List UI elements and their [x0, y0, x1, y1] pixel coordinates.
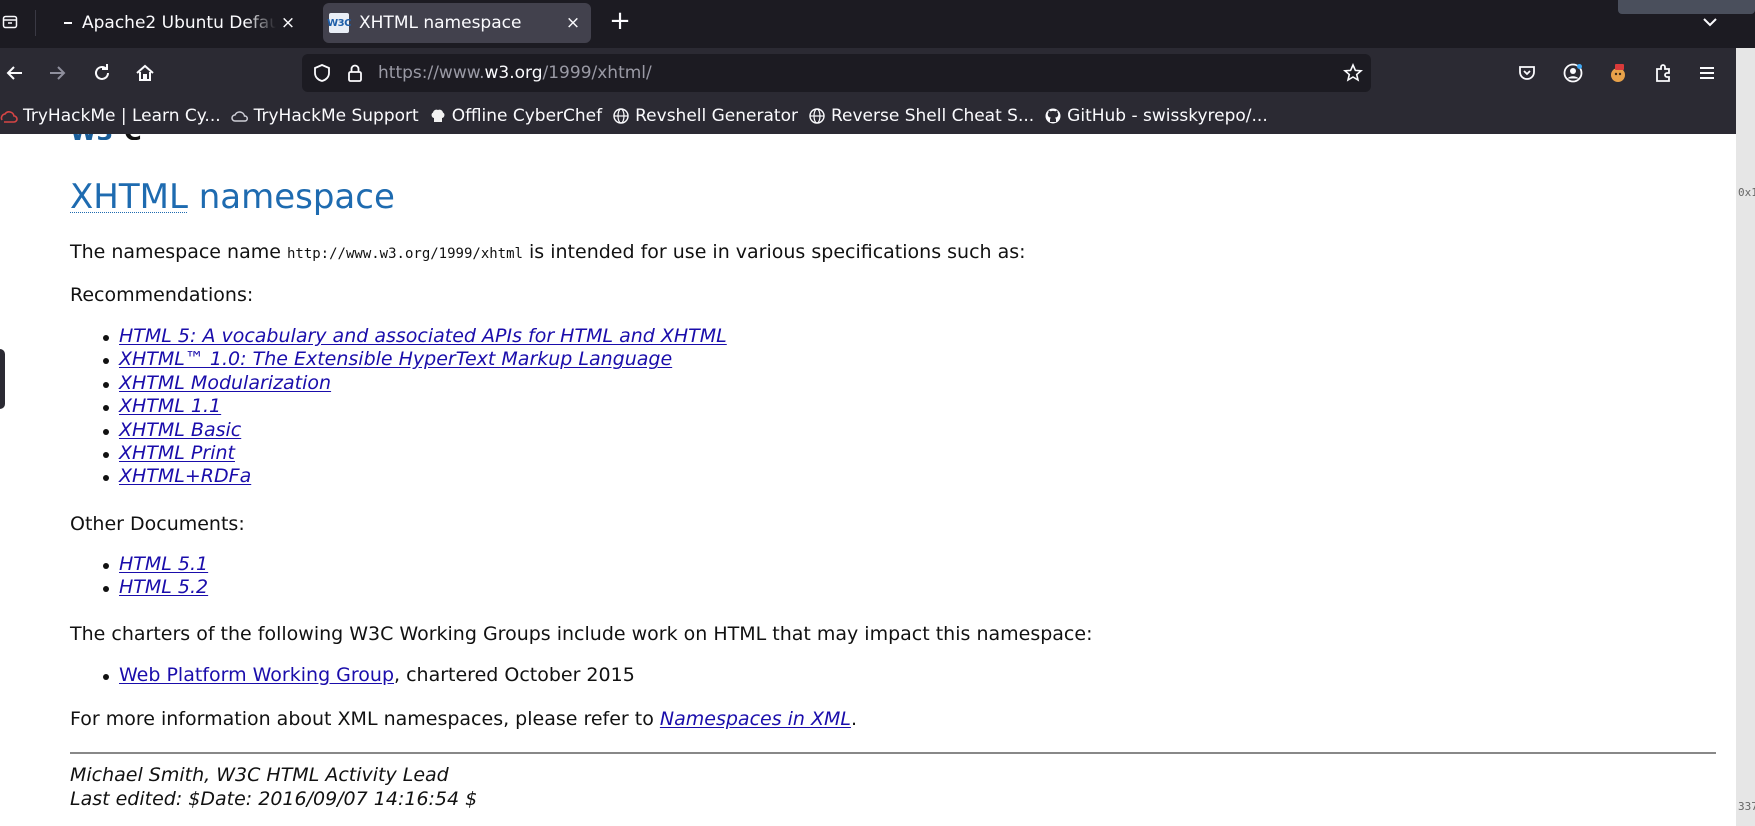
back-arrow-icon[interactable] [0, 58, 30, 88]
list-item: XHTML Modularization [70, 372, 727, 395]
more-info-after: . [851, 708, 858, 730]
list-item: XHTML™ 1.0: The Extensible HyperText Mar… [70, 348, 727, 371]
link-namespaces-in-xml[interactable]: Namespaces in XML [660, 708, 851, 730]
heading-abbr: XHTML [70, 177, 188, 217]
cloud-icon [230, 107, 249, 125]
url-path: /1999/xhtml/ [542, 63, 652, 83]
link-xhtml-print[interactable]: XHTML Print [119, 442, 235, 464]
heading-rest: namespace [187, 177, 395, 217]
intro-after: is intended for use in various specifica… [522, 241, 1026, 263]
bookmark-tryhackme-support[interactable]: TryHackMe Support [226, 101, 424, 131]
menu-icon[interactable] [1692, 58, 1722, 88]
recommendations-list: HTML 5: A vocabulary and associated APIs… [70, 325, 727, 489]
url-domain: w3.org [484, 63, 543, 83]
w3c-logo-icon[interactable]: W3C [70, 134, 150, 140]
window-control-strip [1618, 0, 1755, 14]
github-icon [1044, 107, 1062, 125]
bookmark-label: TryHackMe | Learn Cy... [23, 106, 221, 126]
charter-date: , chartered October 2015 [394, 664, 635, 686]
intro-paragraph: The namespace name http://www.w3.org/199… [70, 241, 1026, 263]
tryhackme-icon [0, 107, 18, 125]
namespace-uri: http://www.w3.org/1999/xhtml [286, 246, 523, 262]
url-bar[interactable]: https://www.w3.org/1999/xhtml/ [302, 54, 1371, 92]
extensions-puzzle-icon[interactable] [1648, 58, 1678, 88]
number-fragment: 337 [1738, 800, 1755, 813]
bookmark-github-swisskyrepo[interactable]: GitHub - swisskyrepo/... [1039, 101, 1273, 131]
link-html-5-1[interactable]: HTML 5.1 [119, 553, 208, 575]
reload-icon[interactable] [87, 58, 117, 88]
tab-separator [35, 10, 36, 36]
page-title: XHTML namespace [70, 177, 395, 217]
url-prefix: https://www. [378, 63, 485, 83]
extension-avatar-icon[interactable] [1603, 58, 1633, 88]
tab-title: XHTML namespace [359, 13, 522, 33]
charters-paragraph: The charters of the following W3C Workin… [70, 623, 1093, 645]
other-documents-label: Other Documents: [70, 513, 245, 535]
tab-xhtml-namespace[interactable]: W3C XHTML namespace × [323, 3, 591, 43]
bookmark-offline-cyberchef[interactable]: Offline CyberChef [424, 101, 607, 131]
forward-arrow-icon[interactable] [42, 58, 72, 88]
bookmark-label: GitHub - swisskyrepo/... [1067, 106, 1268, 126]
lock-icon[interactable] [344, 62, 366, 84]
footer-divider [70, 752, 1716, 754]
hex-fragment: 0x1 [1738, 186, 1755, 199]
globe-icon [612, 107, 630, 125]
navigation-toolbar: https://www.w3.org/1999/xhtml/ [0, 48, 1755, 98]
list-item: HTML 5: A vocabulary and associated APIs… [70, 325, 727, 348]
bookmark-label: Reverse Shell Cheat S... [830, 106, 1035, 126]
tab-title: Apache2 Ubuntu Default Page: It works [82, 13, 276, 33]
list-item: XHTML 1.1 [70, 395, 727, 418]
link-xhtml-rdfa[interactable]: XHTML+RDFa [119, 465, 251, 487]
link-html5[interactable]: HTML 5: A vocabulary and associated APIs… [119, 325, 727, 347]
bookmark-label: Revshell Generator [635, 106, 798, 126]
bookmark-revshell-generator[interactable]: Revshell Generator [607, 101, 803, 131]
working-groups-list: Web Platform Working Group, chartered Oc… [70, 664, 635, 687]
close-icon[interactable]: × [561, 11, 585, 35]
list-item: HTML 5.1 [70, 553, 208, 576]
web-page: W3C XHTML namespace The namespace name h… [0, 134, 1736, 826]
close-icon[interactable]: × [276, 11, 300, 35]
other-documents-list: HTML 5.1 HTML 5.2 [70, 553, 208, 600]
firefox-view-icon[interactable] [0, 11, 20, 33]
list-item: HTML 5.2 [70, 576, 208, 599]
footer-last-edited: Last edited: $Date: 2016/09/07 14:16:54 … [70, 788, 478, 810]
recommendations-label: Recommendations: [70, 284, 254, 306]
shield-icon[interactable] [311, 62, 333, 84]
link-html-5-2[interactable]: HTML 5.2 [119, 576, 208, 598]
link-xhtml-modularization[interactable]: XHTML Modularization [119, 372, 331, 394]
footer-author: Michael Smith, W3C HTML Activity Lead [70, 764, 449, 786]
bookmark-tryhackme[interactable]: TryHackMe | Learn Cy... [0, 101, 226, 131]
new-tab-button[interactable]: + [606, 8, 634, 36]
star-icon[interactable] [1342, 62, 1364, 84]
intro-before: The namespace name [70, 241, 287, 263]
w3c-favicon-icon: W3C [327, 13, 351, 33]
bookmarks-toolbar: TryHackMe | Learn Cy... TryHackMe Suppor… [0, 98, 1755, 134]
list-item: XHTML Print [70, 442, 727, 465]
account-icon[interactable] [1558, 58, 1588, 88]
list-item: XHTML+RDFa [70, 465, 727, 488]
bookmark-label: Offline CyberChef [451, 106, 603, 126]
home-icon[interactable] [130, 58, 160, 88]
page-icon [62, 13, 74, 33]
link-xhtml-1-0[interactable]: XHTML™ 1.0: The Extensible HyperText Mar… [119, 348, 672, 370]
link-xhtml-basic[interactable]: XHTML Basic [119, 419, 241, 441]
bookmark-reverse-shell-cheat-sheet[interactable]: Reverse Shell Cheat S... [803, 101, 1039, 131]
pocket-icon[interactable] [1512, 58, 1542, 88]
chef-hat-icon [429, 107, 447, 125]
more-info-before: For more information about XML namespace… [70, 708, 660, 730]
list-item: Web Platform Working Group, chartered Oc… [70, 664, 635, 687]
link-web-platform-working-group[interactable]: Web Platform Working Group [119, 664, 394, 686]
globe-icon [808, 107, 826, 125]
sidebar-handle[interactable] [0, 349, 5, 409]
side-panel-fragment: 0x1 337 [1736, 48, 1755, 826]
link-xhtml-1-1[interactable]: XHTML 1.1 [119, 395, 221, 417]
tab-apache[interactable]: Apache2 Ubuntu Default Page: It works × [58, 3, 306, 43]
chevron-down-icon[interactable] [1696, 8, 1724, 36]
tab-bar: Apache2 Ubuntu Default Page: It works × … [0, 0, 1755, 48]
more-info-paragraph: For more information about XML namespace… [70, 708, 857, 730]
bookmark-label: TryHackMe Support [253, 106, 419, 126]
list-item: XHTML Basic [70, 419, 727, 442]
url-text[interactable]: https://www.w3.org/1999/xhtml/ [378, 63, 652, 83]
